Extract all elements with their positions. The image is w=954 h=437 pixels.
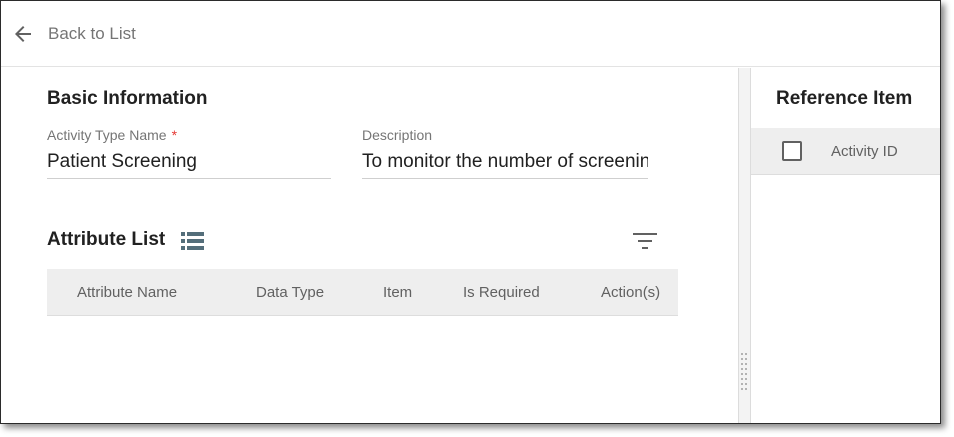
column-actions: Action(s)	[601, 284, 661, 301]
activity-type-form: Basic Information Activity Type Name * Pa…	[1, 68, 738, 423]
reference-item-panel: Reference Item Activity ID	[751, 68, 940, 423]
select-all-checkbox[interactable]	[782, 141, 802, 161]
activity-type-name-label: Activity Type Name *	[47, 127, 331, 143]
description-input[interactable]: To monitor the number of screenings	[362, 151, 648, 173]
column-activity-id[interactable]: Activity ID	[831, 143, 898, 160]
description-field[interactable]: Description To monitor the number of scr…	[362, 127, 648, 179]
reference-table-header: Activity ID	[751, 128, 940, 175]
attribute-list-title: Attribute List	[47, 229, 166, 250]
column-attribute-name[interactable]: Attribute Name	[77, 284, 177, 301]
attribute-table-header: Attribute Name Data Type Item Is Require…	[47, 269, 678, 316]
activity-type-name-input[interactable]: Patient Screening	[47, 151, 331, 173]
back-to-list-link[interactable]: Back to List	[11, 22, 136, 46]
app-window: Back to List Basic Information Activity …	[0, 0, 941, 424]
column-item[interactable]: Item	[383, 284, 412, 301]
reference-item-title: Reference Item	[776, 88, 913, 109]
description-label: Description	[362, 127, 433, 143]
back-to-list-label[interactable]: Back to List	[48, 24, 136, 44]
top-bar: Back to List	[1, 1, 940, 67]
drag-handle-icon[interactable]	[741, 353, 748, 393]
required-marker: *	[171, 127, 178, 143]
arrow-left-icon[interactable]	[11, 22, 35, 46]
column-is-required[interactable]: Is Required	[463, 284, 540, 301]
filter-icon[interactable]	[633, 231, 657, 251]
basic-information-title: Basic Information	[47, 88, 208, 109]
pane-splitter[interactable]	[738, 68, 751, 423]
column-data-type[interactable]: Data Type	[256, 284, 324, 301]
activity-type-name-label-text: Activity Type Name	[47, 127, 167, 143]
activity-type-name-field[interactable]: Activity Type Name * Patient Screening	[47, 127, 331, 179]
list-view-icon[interactable]	[181, 231, 204, 251]
